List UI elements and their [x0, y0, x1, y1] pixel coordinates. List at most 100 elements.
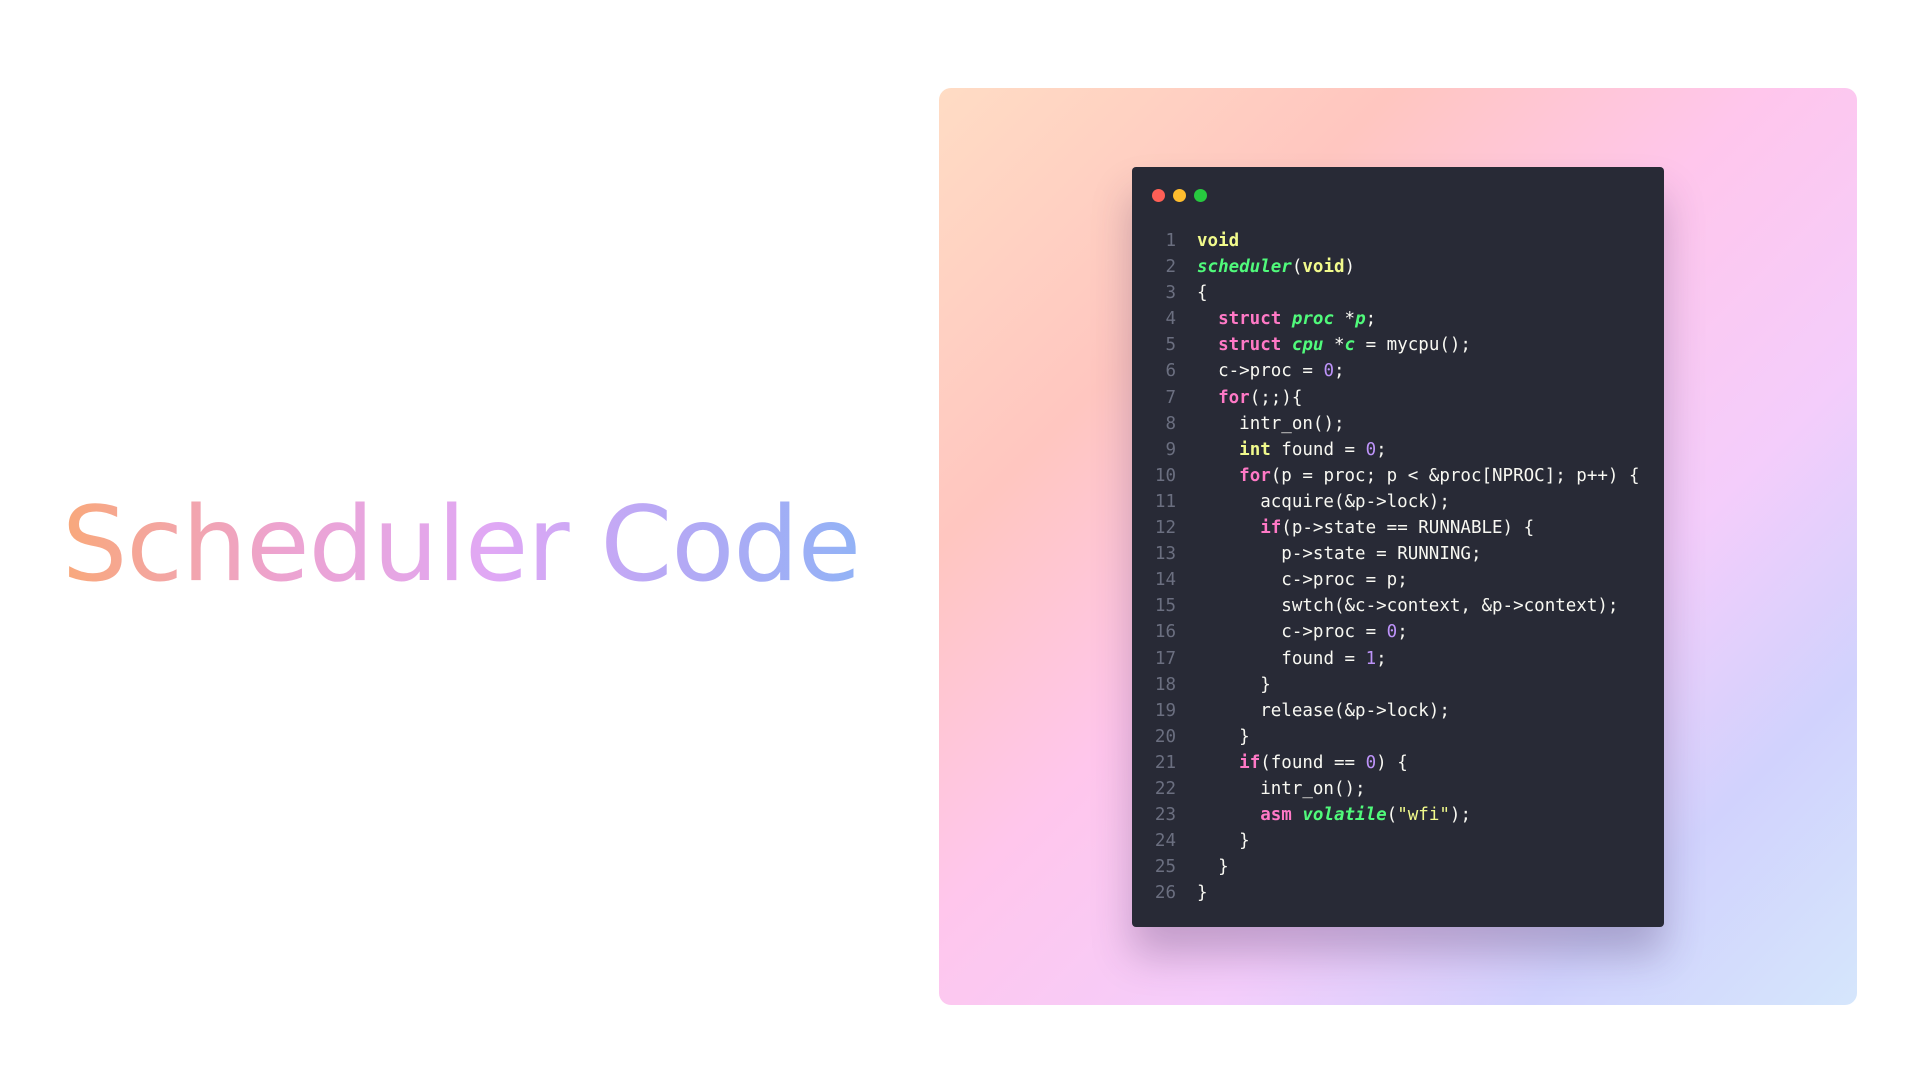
code-token: intr_on();	[1260, 778, 1366, 799]
line-number: 26	[1154, 883, 1176, 904]
code-line: 21 if(found == 0) {	[1132, 750, 1664, 776]
line-code: struct cpu *c = mycpu();	[1176, 332, 1471, 358]
code-token: (;;){	[1249, 387, 1303, 408]
code-token: }	[1260, 674, 1271, 695]
code-line: 20 }	[1132, 724, 1664, 750]
line-code: p->state = RUNNING;	[1176, 541, 1481, 567]
code-token: )	[1344, 257, 1356, 278]
code-token: }	[1239, 831, 1250, 852]
code-line: 25 }	[1132, 854, 1664, 880]
code-token: }	[1239, 726, 1250, 747]
code-token: c->proc =	[1218, 361, 1324, 382]
line-number: 14	[1154, 570, 1176, 591]
line-code: scheduler(void)	[1176, 254, 1355, 280]
code-line: 2 scheduler(void)	[1132, 254, 1664, 280]
code-token: 0	[1386, 622, 1398, 643]
line-code: }	[1176, 672, 1271, 698]
code-token: (found ==	[1260, 752, 1366, 773]
code-token: if	[1260, 518, 1282, 539]
line-code: }	[1176, 828, 1250, 854]
code-token: void	[1302, 257, 1345, 278]
line-number: 9	[1165, 439, 1176, 460]
line-code: found = 1;	[1176, 646, 1387, 672]
maximize-dot-icon[interactable]	[1194, 189, 1207, 202]
line-code: c->proc = 0;	[1176, 358, 1344, 384]
code-token: p->state = RUNNING;	[1281, 544, 1482, 565]
line-number: 6	[1165, 361, 1176, 382]
line-number: 24	[1154, 831, 1176, 852]
code-token: int	[1239, 439, 1271, 460]
line-code: intr_on();	[1176, 411, 1345, 437]
code-token: 0	[1323, 361, 1334, 382]
code-token: }	[1197, 883, 1208, 904]
line-number: 11	[1154, 491, 1176, 512]
code-token: for	[1239, 465, 1271, 486]
line-number: 23	[1154, 805, 1176, 826]
code-line: 13 p->state = RUNNING;	[1132, 541, 1664, 567]
code-token: }	[1218, 857, 1229, 878]
line-number: 16	[1154, 622, 1176, 643]
line-number: 12	[1154, 518, 1176, 539]
code-token: swtch(&c->context, &p->context);	[1281, 596, 1619, 617]
code-window: 1 void 2 scheduler(void) 3{4 struct proc *p;…	[1132, 167, 1664, 927]
code-token: asm	[1260, 805, 1292, 826]
code-line: 15 swtch(&c->context, &p->context);	[1132, 593, 1664, 619]
code-line: 22 intr_on();	[1132, 776, 1664, 802]
code-token: release(&p->lock);	[1260, 700, 1450, 721]
line-number: 7	[1165, 387, 1176, 408]
line-code: struct proc *p;	[1176, 306, 1376, 332]
code-line: 10 for(p = proc; p < &proc[NPROC]; p++) …	[1132, 463, 1664, 489]
line-number: 17	[1154, 648, 1176, 669]
line-number: 3	[1165, 283, 1176, 304]
line-number: 22	[1154, 778, 1176, 799]
code-line: 26}	[1132, 880, 1664, 906]
code-area: 1 void 2 scheduler(void) 3{4 struct proc *p;…	[1132, 228, 1664, 906]
code-token: struct	[1218, 309, 1282, 330]
code-token: ;	[1365, 309, 1377, 330]
code-token: proc	[1291, 309, 1334, 330]
code-token: scheduler	[1197, 257, 1292, 278]
line-code: intr_on();	[1176, 776, 1366, 802]
code-token: found =	[1281, 648, 1366, 669]
line-number: 13	[1154, 544, 1176, 565]
code-line: 4 struct proc *p;	[1132, 306, 1664, 332]
code-line: 1 void	[1132, 228, 1664, 254]
line-number: 15	[1154, 596, 1176, 617]
code-line: 18 }	[1132, 672, 1664, 698]
code-token: *	[1323, 335, 1345, 356]
code-token: ;	[1397, 622, 1408, 643]
code-line: 23 asm volatile("wfi");	[1132, 802, 1664, 828]
line-code: }	[1176, 724, 1250, 750]
line-code: c->proc = 0;	[1176, 619, 1408, 645]
slide-title: Scheduler Code	[62, 470, 922, 620]
minimize-dot-icon[interactable]	[1173, 189, 1186, 202]
close-dot-icon[interactable]	[1152, 189, 1165, 202]
line-code: for(p = proc; p < &proc[NPROC]; p++) {	[1176, 463, 1639, 489]
line-number: 19	[1154, 700, 1176, 721]
code-token: intr_on();	[1239, 413, 1345, 434]
code-token: ;	[1376, 648, 1387, 669]
code-token: c	[1344, 335, 1356, 356]
line-code: swtch(&c->context, &p->context);	[1176, 593, 1618, 619]
line-code: c->proc = p;	[1176, 567, 1407, 593]
line-number: 8	[1165, 413, 1176, 434]
code-token: 0	[1365, 439, 1377, 460]
code-line: 19 release(&p->lock);	[1132, 698, 1664, 724]
code-token: struct	[1218, 335, 1282, 356]
